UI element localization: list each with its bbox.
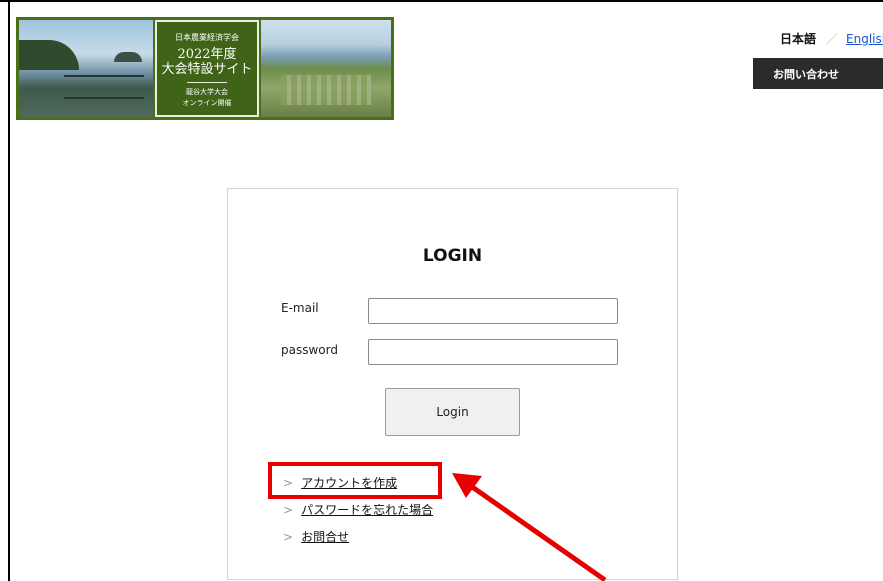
banner-society-name: 日本農業経済学会 bbox=[175, 33, 239, 42]
password-label: password bbox=[281, 343, 338, 357]
login-title: LOGIN bbox=[422, 246, 483, 266]
login-button[interactable]: Login bbox=[385, 388, 520, 436]
banner-divider bbox=[187, 82, 227, 83]
landscape-photo bbox=[261, 20, 391, 117]
chevron-right-icon: > bbox=[283, 503, 294, 517]
banner-site-title: 大会特設サイト bbox=[161, 62, 253, 77]
banner-host: 龍谷大学大会 bbox=[186, 88, 228, 96]
annotation-arrow-icon bbox=[452, 473, 607, 581]
banner-title-panel: 日本農業経済学会 2022年度 大会特設サイト 龍谷大学大会 オンライン開催 bbox=[155, 20, 259, 117]
window-left-border bbox=[8, 0, 10, 581]
site-banner[interactable]: 日本農業経済学会 2022年度 大会特設サイト 龍谷大学大会 オンライン開催 bbox=[16, 17, 394, 120]
lake-photo bbox=[19, 20, 153, 117]
email-field[interactable] bbox=[368, 298, 618, 324]
contact-link[interactable]: お問合せ bbox=[301, 530, 349, 544]
language-switcher: 日本語 ／ English bbox=[780, 30, 883, 47]
link-forgot-password[interactable]: > パスワードを忘れた場合 bbox=[283, 501, 433, 518]
forgot-password-link[interactable]: パスワードを忘れた場合 bbox=[301, 503, 433, 517]
chevron-right-icon: > bbox=[283, 530, 294, 544]
email-label: E-mail bbox=[281, 301, 319, 315]
contact-button[interactable]: お問い合わせ bbox=[753, 58, 883, 89]
link-contact[interactable]: > お問合せ bbox=[283, 528, 349, 545]
window-top-border bbox=[0, 0, 883, 2]
lang-japanese[interactable]: 日本語 bbox=[780, 32, 816, 46]
banner-format: オンライン開催 bbox=[182, 99, 232, 107]
lang-separator: ／ bbox=[826, 32, 839, 46]
password-field[interactable] bbox=[368, 339, 618, 365]
lang-english-link[interactable]: English bbox=[846, 32, 883, 46]
annotation-highlight-box bbox=[268, 462, 442, 499]
banner-year: 2022年度 bbox=[177, 47, 237, 62]
